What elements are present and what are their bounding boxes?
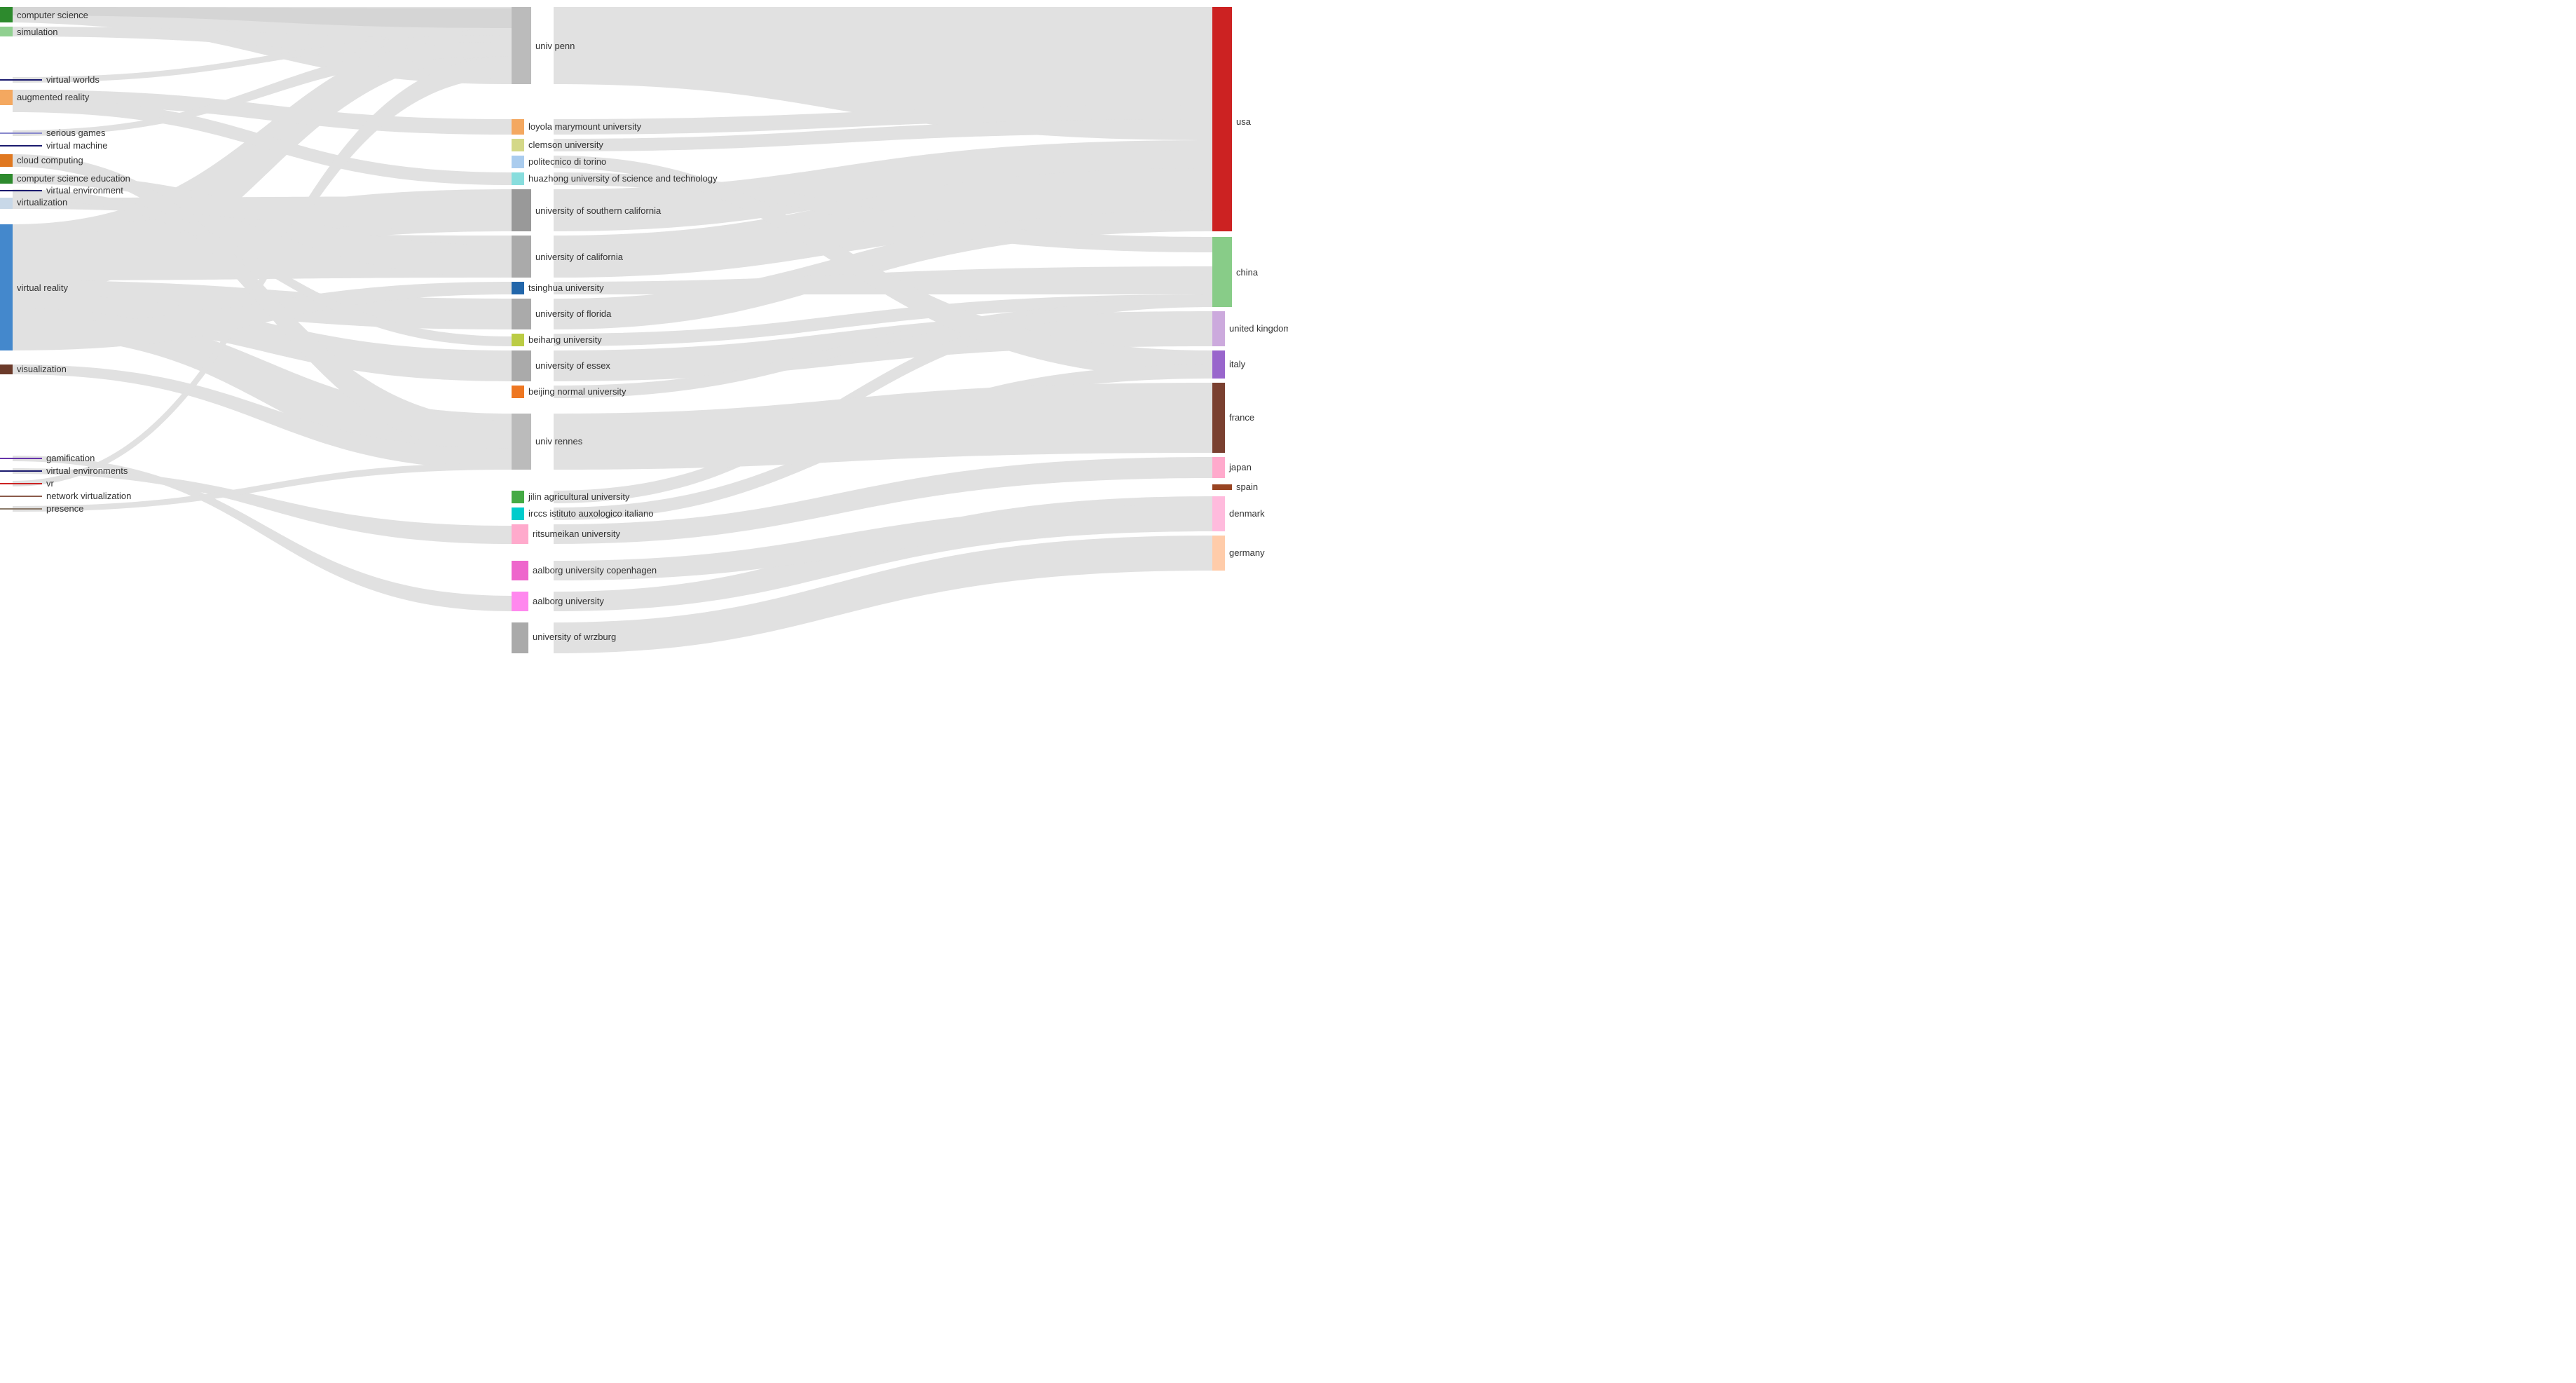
label-loyola: loyola marymount university	[528, 121, 642, 132]
node-jilin	[512, 491, 524, 503]
label-wurzburg: university of wrzburg	[533, 632, 616, 642]
label-augmented-reality: augmented reality	[17, 92, 90, 102]
label-serious-games: serious games	[46, 128, 106, 138]
node-france	[1212, 383, 1225, 453]
node-usa	[1212, 7, 1232, 231]
label-aalborg-cop: aalborg university copenhagen	[533, 565, 657, 575]
node-univ-penn	[512, 7, 531, 84]
node-huazhong	[512, 172, 524, 185]
node-politecnico	[512, 156, 524, 168]
label-network-virtualization: network virtualization	[46, 491, 131, 501]
node-usc	[512, 189, 531, 231]
label-italy: italy	[1229, 359, 1246, 369]
label-beijing-normal: beijing normal university	[528, 386, 626, 397]
label-univ-rennes: univ rennes	[535, 436, 583, 447]
label-univ-penn: univ penn	[535, 41, 575, 51]
node-denmark	[1212, 496, 1225, 531]
node-augmented-reality	[0, 90, 13, 105]
node-cs-education	[0, 174, 13, 184]
label-huazhong: huazhong university of science and techn…	[528, 173, 718, 184]
label-virtual-worlds: virtual worlds	[46, 74, 100, 85]
label-simulation: simulation	[17, 27, 58, 37]
label-virtualization: virtualization	[17, 197, 67, 207]
label-denmark: denmark	[1229, 508, 1265, 519]
label-aalborg: aalborg university	[533, 596, 604, 606]
label-france: france	[1229, 412, 1254, 423]
label-clemson: clemson university	[528, 139, 603, 150]
label-virtual-environment: virtual environment	[46, 185, 123, 196]
label-uflorida: university of florida	[535, 308, 612, 319]
label-usa: usa	[1236, 116, 1252, 127]
label-vr: vr	[46, 478, 55, 489]
label-tsinghua: tsinghua university	[528, 282, 604, 293]
node-virtual-reality	[0, 224, 13, 350]
label-gamification: gamification	[46, 453, 95, 463]
label-virtual-machine: virtual machine	[46, 140, 107, 151]
node-univ-rennes	[512, 414, 531, 470]
label-virtual-environments: virtual environments	[46, 465, 128, 476]
label-ucal: university of california	[535, 252, 624, 262]
label-spain: spain	[1236, 482, 1258, 492]
node-uflorida	[512, 299, 531, 329]
node-cloud-computing	[0, 154, 13, 167]
node-virtualization	[0, 198, 13, 209]
node-china	[1212, 237, 1232, 307]
node-simulation	[0, 27, 13, 36]
node-loyola	[512, 119, 524, 135]
node-essex	[512, 350, 531, 381]
node-beijing-normal	[512, 386, 524, 398]
label-politecnico: politecnico di torino	[528, 156, 606, 167]
label-visualization: visualization	[17, 364, 67, 374]
label-irccs: irccs istituto auxologico italiano	[528, 508, 653, 519]
label-jilin: jilin agricultural university	[528, 491, 630, 502]
node-ritsumeikan	[512, 524, 528, 544]
node-uk	[1212, 311, 1225, 346]
label-virtual-reality: virtual reality	[17, 282, 68, 293]
node-germany	[1212, 536, 1225, 571]
node-irccs	[512, 507, 524, 520]
node-visualization	[0, 365, 13, 374]
label-cs-education: computer science education	[17, 173, 130, 184]
label-beihang: beihang university	[528, 334, 602, 345]
node-aalborg-cop	[512, 561, 528, 580]
label-ritsumeikan: ritsumeikan university	[533, 529, 620, 539]
node-tsinghua	[512, 282, 524, 294]
node-ucal	[512, 236, 531, 278]
label-uk: united kingdom	[1229, 323, 1288, 334]
label-essex: university of essex	[535, 360, 610, 371]
label-china: china	[1236, 267, 1259, 278]
label-usc: university of southern california	[535, 205, 662, 216]
label-cloud-computing: cloud computing	[17, 155, 83, 165]
node-clemson	[512, 139, 524, 151]
node-computer-science	[0, 7, 13, 22]
label-germany: germany	[1229, 547, 1265, 558]
sankey-diagram: computer science simulation virtual worl…	[0, 0, 1288, 692]
node-italy	[1212, 350, 1225, 379]
label-japan: japan	[1228, 462, 1252, 472]
node-beihang	[512, 334, 524, 346]
node-wurzburg	[512, 622, 528, 653]
node-japan	[1212, 457, 1225, 478]
label-presence: presence	[46, 503, 83, 514]
label-computer-science: computer science	[17, 10, 88, 20]
node-aalborg	[512, 592, 528, 611]
